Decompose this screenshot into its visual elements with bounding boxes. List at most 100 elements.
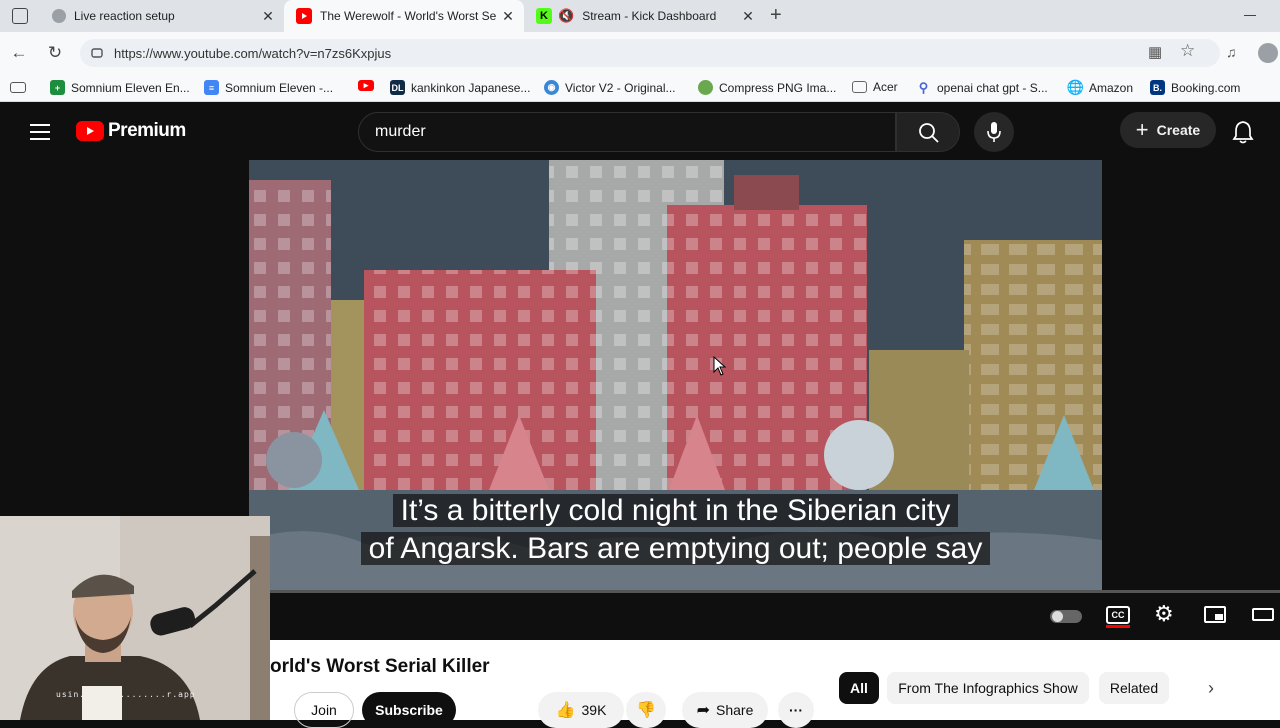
youtube-icon: ▸	[358, 80, 374, 91]
close-tab-icon[interactable]: ✕	[500, 8, 516, 24]
settings-favicon-icon	[52, 9, 66, 23]
bookmark-label: Victor V2 - Original...	[565, 80, 676, 95]
create-button[interactable]: + Create	[1120, 112, 1216, 148]
notifications-bell-icon[interactable]	[1232, 120, 1254, 144]
like-count: 39K	[581, 702, 607, 718]
new-tab-icon[interactable]: +	[770, 4, 782, 27]
bookmark-label: Amazon	[1089, 80, 1134, 95]
bot-icon: ◉	[544, 80, 559, 95]
share-button[interactable]: ➦ Share	[682, 692, 768, 728]
bookmark-label: openai chat gpt - S...	[937, 80, 1048, 95]
bookmark-label: Booking.com	[1171, 80, 1241, 95]
youtube-header: Premium murder + Create	[4, 104, 1280, 160]
profile-avatar-icon[interactable]	[1258, 43, 1278, 63]
bookmark-openai-search[interactable]: ⚲ openai chat gpt - S...	[916, 80, 1048, 95]
folder-icon	[852, 81, 867, 93]
menu-hamburger-icon[interactable]	[30, 124, 50, 140]
more-dots-icon: ···	[789, 702, 803, 718]
search-input[interactable]: murder	[358, 112, 896, 152]
video-info-section: orld's Worst Serial Killer Join Subscrib…	[270, 640, 1280, 728]
panda-icon	[698, 80, 713, 95]
plus-icon: +	[1135, 117, 1149, 142]
back-arrow-icon[interactable]: ←	[8, 42, 30, 64]
docs-icon: ≡	[204, 80, 219, 95]
sheets-icon: +	[50, 80, 65, 95]
bookmark-amazon[interactable]: 🌐 Amazon	[1066, 79, 1134, 95]
minimize-icon[interactable]	[1244, 15, 1256, 16]
caption-text: of Angarsk. Bars are emptying out; peopl…	[360, 532, 991, 565]
theater-mode-icon[interactable]	[1252, 608, 1274, 621]
site-info-icon[interactable]	[90, 46, 104, 60]
muted-speaker-icon[interactable]: 🔇	[558, 8, 574, 24]
tab-actions-icon[interactable]	[12, 8, 28, 24]
like-button[interactable]: 👍 39K	[538, 692, 624, 728]
chip-all[interactable]: All	[839, 672, 879, 704]
chip-from-channel[interactable]: From The Infographics Show	[887, 672, 1089, 704]
tab-kick-dashboard[interactable]: K 🔇 Stream - Kick Dashboard ✕	[524, 0, 764, 32]
bookmark-acer-folder[interactable]: Acer	[852, 80, 898, 94]
video-title: orld's Worst Serial Killer	[270, 656, 490, 677]
extensions-icon[interactable]: ♫	[1226, 44, 1237, 60]
video-player[interactable]: It’s a bitterly cold night in the Siberi…	[249, 160, 1102, 590]
search-icon	[919, 123, 939, 143]
omnibox[interactable]: https://www.youtube.com/watch?v=n7zs6Kxp…	[80, 39, 1220, 67]
mouse-cursor-icon	[713, 356, 727, 376]
favorite-star-icon[interactable]: ☆	[1180, 41, 1195, 61]
subscribe-button[interactable]: Subscribe	[362, 692, 456, 728]
create-label: Create	[1156, 122, 1201, 138]
join-button[interactable]: Join	[294, 692, 354, 728]
apps-icon[interactable]: ▦	[1148, 43, 1162, 61]
microphone-icon	[987, 122, 1001, 142]
subtitles-cc-button[interactable]: CC	[1106, 606, 1130, 628]
bookmark-somnium-sheet[interactable]: + Somnium Eleven En...	[50, 80, 190, 95]
join-label: Join	[311, 702, 337, 718]
thumbs-down-icon: 👎	[636, 702, 656, 719]
chip-related[interactable]: Related	[1099, 672, 1169, 704]
caption-line-1: It’s a bitterly cold night in the Siberi…	[249, 494, 1102, 528]
subscribe-label: Subscribe	[375, 702, 443, 718]
reload-icon[interactable]: ↻	[44, 42, 66, 64]
reading-mode-icon[interactable]	[10, 82, 26, 93]
bookmark-kankinkon[interactable]: DL kankinkon Japanese...	[390, 80, 530, 95]
share-label: Share	[716, 702, 754, 718]
tab-youtube-video[interactable]: The Werewolf - World's Worst Se ✕	[284, 0, 524, 32]
tab-title: Stream - Kick Dashboard	[582, 9, 717, 23]
bookmark-booking[interactable]: B. Booking.com	[1150, 80, 1240, 95]
miniplayer-icon[interactable]	[1204, 606, 1226, 623]
bookmark-victor[interactable]: ◉ Victor V2 - Original...	[544, 80, 675, 95]
more-actions-button[interactable]: ···	[778, 692, 814, 728]
bookmark-compress-png[interactable]: Compress PNG Ima...	[698, 80, 836, 95]
bookmark-youtube[interactable]: ▸	[358, 80, 380, 91]
browser-tab-strip: Live reaction setup ✕ The Werewolf - Wor…	[0, 0, 1280, 32]
close-tab-icon[interactable]: ✕	[260, 8, 276, 24]
bookmark-label: Somnium Eleven En...	[71, 80, 190, 95]
voice-search-button[interactable]	[974, 112, 1014, 152]
bookmark-label: Acer	[873, 80, 898, 94]
youtube-premium-logo[interactable]: Premium	[76, 120, 186, 142]
share-arrow-icon: ➦	[696, 702, 711, 719]
close-tab-icon[interactable]: ✕	[740, 8, 756, 24]
player-controls: CC ⚙	[270, 590, 1280, 640]
autoplay-pause-icon	[1052, 611, 1063, 622]
webcam-overlay: usin...............r.app	[0, 516, 270, 720]
globe-icon: 🌐	[1066, 79, 1085, 95]
tab-live-reaction-setup[interactable]: Live reaction setup ✕	[40, 0, 284, 32]
bookmark-somnium-doc[interactable]: ≡ Somnium Eleven -...	[204, 80, 333, 95]
caption-line-2: of Angarsk. Bars are emptying out; peopl…	[249, 532, 1102, 566]
youtube-logo-icon	[76, 121, 104, 141]
logo-text: Premium	[108, 120, 186, 141]
webcam-watermark-text: usin...............r.app	[56, 690, 196, 699]
chips-next-chevron-icon[interactable]: ›	[1208, 678, 1214, 699]
progress-bar[interactable]	[270, 590, 1280, 593]
address-bar-row: ← ↻ https://www.youtube.com/watch?v=n7zs…	[0, 32, 1280, 74]
player-right-margin	[1102, 160, 1280, 590]
settings-gear-icon[interactable]: ⚙	[1154, 601, 1174, 627]
search-button[interactable]	[896, 112, 960, 152]
player-left-margin	[4, 160, 249, 516]
deepl-icon: DL	[390, 80, 405, 95]
search-icon: ⚲	[918, 79, 929, 95]
autoplay-toggle[interactable]	[1050, 610, 1082, 623]
bookmark-label: Somnium Eleven -...	[225, 80, 334, 95]
dislike-button[interactable]: 👎	[626, 692, 666, 728]
chip-label: Related	[1109, 680, 1159, 696]
